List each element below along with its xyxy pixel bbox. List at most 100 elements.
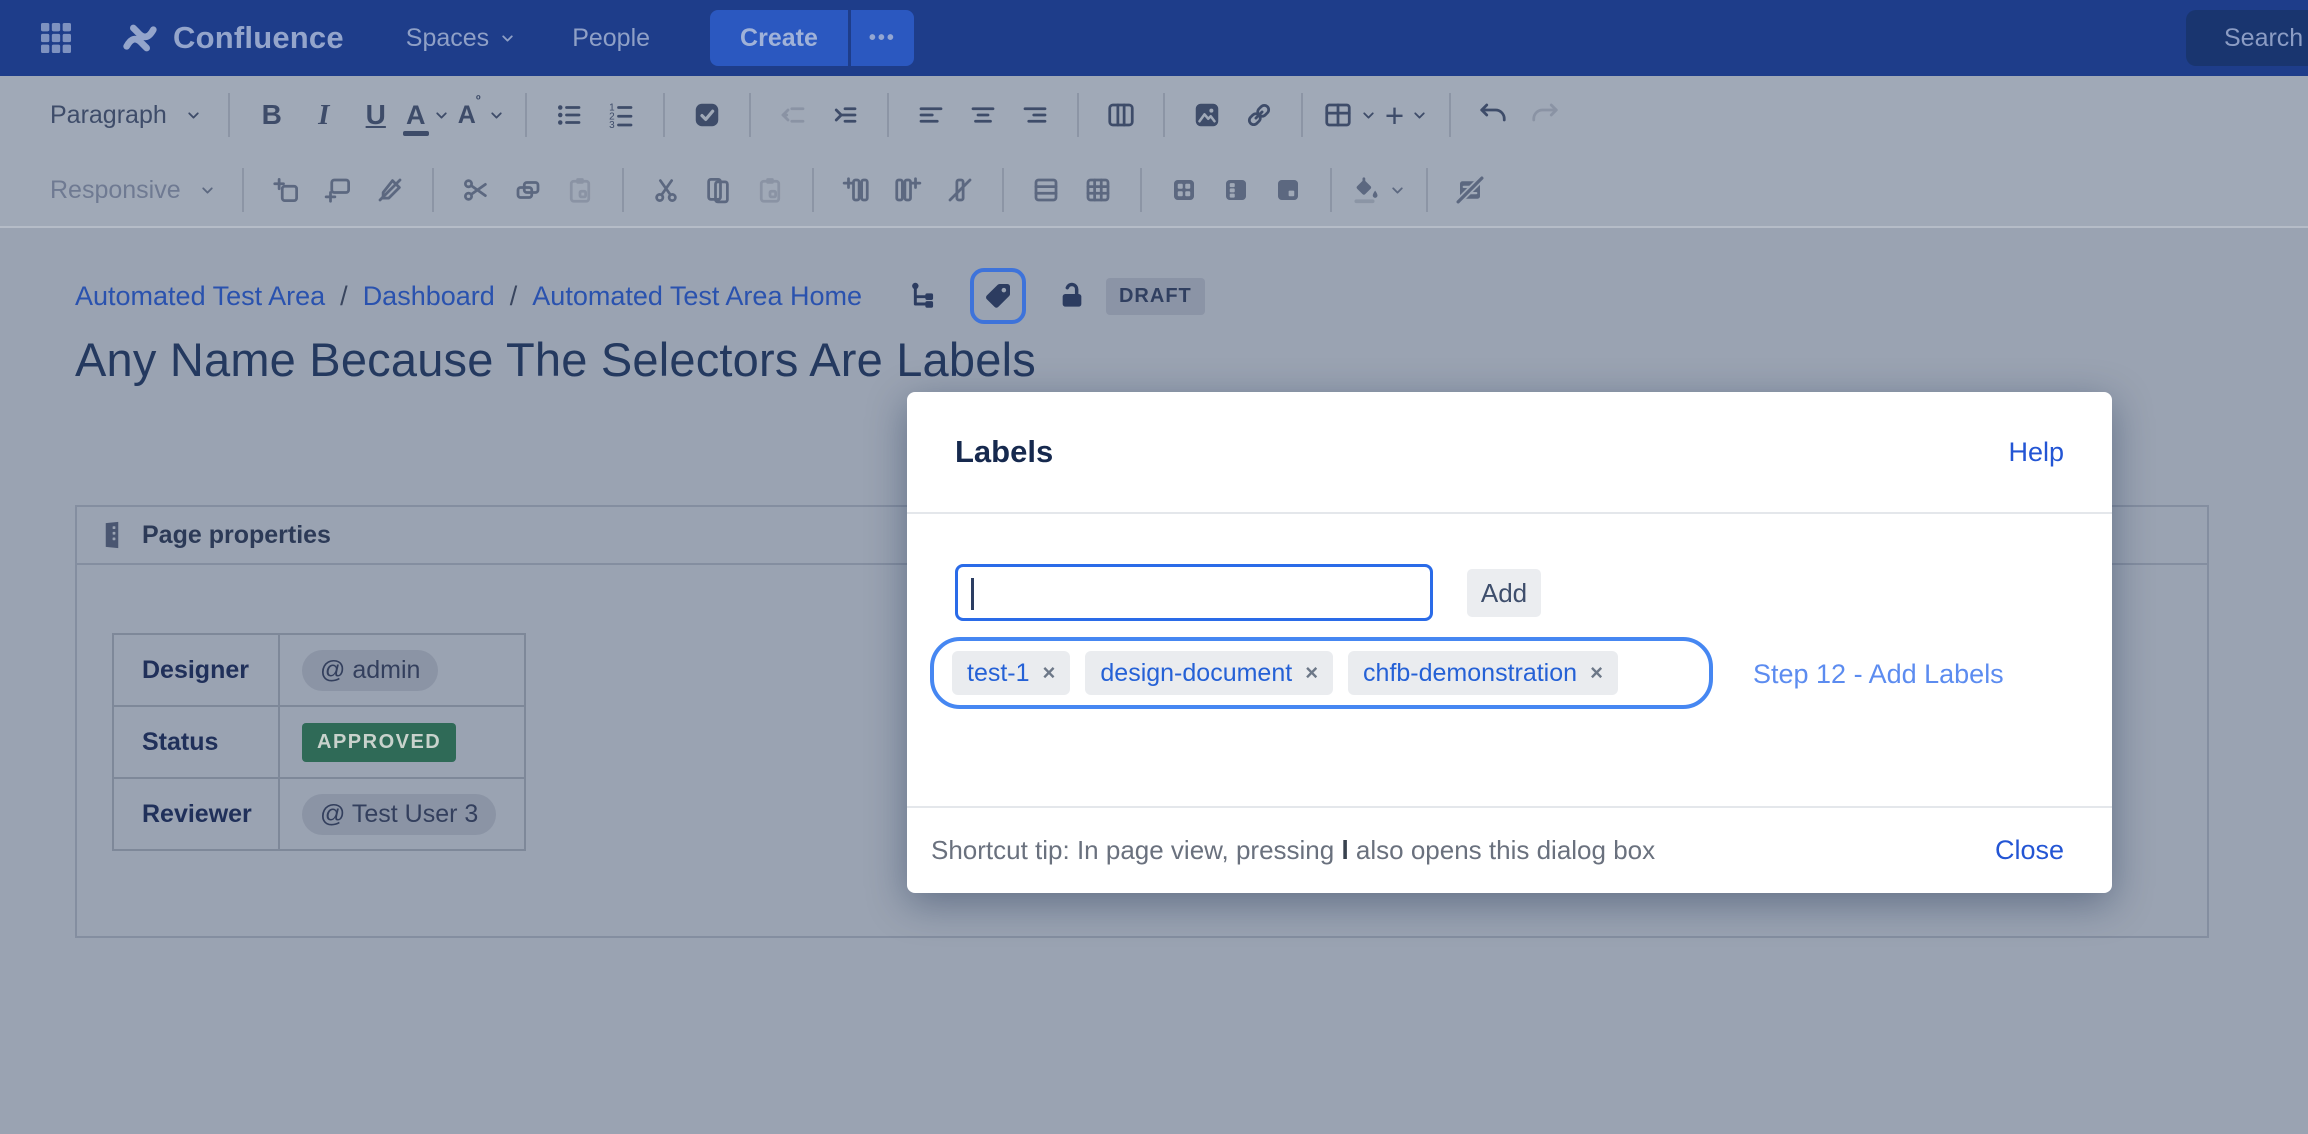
shortcut-tip: Shortcut tip: In page view, pressing l a… bbox=[931, 835, 1655, 866]
add-button[interactable]: Add bbox=[1467, 569, 1541, 617]
chevron-down-icon bbox=[185, 107, 202, 124]
cell-color-button[interactable] bbox=[1352, 164, 1406, 216]
insert-image-button[interactable] bbox=[1185, 89, 1229, 141]
labels-button[interactable] bbox=[982, 280, 1014, 312]
bullet-list-button[interactable] bbox=[547, 89, 591, 141]
delete-table-icon bbox=[1455, 175, 1485, 205]
panel-title: Page properties bbox=[142, 521, 331, 550]
cut-button[interactable] bbox=[644, 164, 688, 216]
clear-formatting-icon bbox=[375, 175, 405, 205]
label-chip[interactable]: test-1 × bbox=[952, 651, 1070, 695]
insert-table-button[interactable] bbox=[1323, 89, 1377, 141]
nav-spaces-menu[interactable]: Spaces bbox=[406, 24, 516, 53]
chevron-down-icon bbox=[499, 30, 516, 47]
copy-button[interactable] bbox=[696, 164, 740, 216]
label-chip-text: test-1 bbox=[967, 659, 1030, 688]
label-chip[interactable]: chfb-demonstration × bbox=[1348, 651, 1618, 695]
labels-dialog-body: Add test-1 × design-document × chfb-demo… bbox=[907, 514, 2112, 806]
task-list-button[interactable] bbox=[685, 89, 729, 141]
labels-list-highlight: test-1 × design-document × chfb-demonstr… bbox=[930, 637, 1713, 709]
label-chip[interactable]: design-document × bbox=[1085, 651, 1333, 695]
row-label: Status bbox=[113, 706, 279, 778]
align-center-button[interactable] bbox=[961, 89, 1005, 141]
text-color-button[interactable]: A bbox=[406, 89, 450, 141]
chevron-down-icon bbox=[433, 107, 450, 124]
svg-text:3: 3 bbox=[609, 120, 615, 130]
bold-button[interactable]: B bbox=[250, 89, 294, 141]
cut-row-button[interactable] bbox=[454, 164, 498, 216]
create-button[interactable]: Create bbox=[710, 10, 848, 66]
delete-column-icon bbox=[945, 175, 975, 205]
insert-column-button[interactable] bbox=[264, 164, 308, 216]
page-tree-icon bbox=[908, 280, 940, 312]
align-left-button[interactable] bbox=[909, 89, 953, 141]
labels-button-highlight bbox=[970, 268, 1026, 324]
header-column-button[interactable] bbox=[1214, 164, 1258, 216]
remove-label-icon[interactable]: × bbox=[1043, 660, 1056, 686]
merge-cells-button[interactable] bbox=[1024, 164, 1068, 216]
insert-more-button[interactable]: + bbox=[1385, 89, 1429, 141]
create-button-group: Create ••• bbox=[710, 10, 914, 66]
create-more-button[interactable]: ••• bbox=[848, 10, 914, 66]
underline-button[interactable]: U bbox=[354, 89, 398, 141]
labels-dialog-footer: Shortcut tip: In page view, pressing l a… bbox=[907, 806, 2112, 893]
header-row-button[interactable] bbox=[1162, 164, 1206, 216]
header-column-icon bbox=[1221, 175, 1251, 205]
insert-link-button[interactable] bbox=[1237, 89, 1281, 141]
breadcrumb-separator: / bbox=[340, 281, 348, 312]
confluence-logo[interactable]: Confluence bbox=[120, 18, 344, 58]
text-cursor bbox=[971, 578, 974, 610]
label-input[interactable] bbox=[955, 564, 1433, 621]
split-cells-button[interactable] bbox=[1076, 164, 1120, 216]
more-formatting-button[interactable]: Aº bbox=[458, 89, 505, 141]
delete-table-button[interactable] bbox=[1448, 164, 1492, 216]
label-tag-icon bbox=[982, 280, 1014, 312]
add-column-after-button[interactable] bbox=[886, 164, 930, 216]
table-row: Reviewer @ Test User 3 bbox=[113, 778, 525, 850]
chevron-down-icon bbox=[488, 107, 505, 124]
breadcrumb-link-space[interactable]: Automated Test Area bbox=[75, 281, 325, 312]
page-tree-button[interactable] bbox=[908, 280, 940, 312]
copy-icon bbox=[703, 175, 733, 205]
page-properties-table: Designer @ admin Status APPROVED Reviewe… bbox=[112, 633, 526, 851]
breadcrumb: Automated Test Area / Dashboard / Automa… bbox=[75, 268, 1205, 324]
remove-label-icon[interactable]: × bbox=[1590, 660, 1603, 686]
layout-button[interactable] bbox=[1099, 89, 1143, 141]
header-row-icon bbox=[1169, 175, 1199, 205]
numbered-list-button[interactable]: 123 bbox=[599, 89, 643, 141]
remove-label-icon[interactable]: × bbox=[1305, 660, 1318, 686]
indent-button[interactable] bbox=[823, 89, 867, 141]
copy-row-button[interactable] bbox=[506, 164, 550, 216]
cut-alt-icon bbox=[461, 175, 491, 205]
table-mode-dropdown[interactable]: Responsive bbox=[44, 164, 222, 216]
italic-button[interactable]: I bbox=[302, 89, 346, 141]
chevron-down-icon bbox=[1389, 182, 1406, 199]
numbered-list-icon: 123 bbox=[606, 100, 636, 130]
labels-dialog-header: Labels Help bbox=[907, 392, 2112, 514]
help-link[interactable]: Help bbox=[2008, 437, 2064, 468]
label-chip-text: chfb-demonstration bbox=[1363, 659, 1577, 688]
insert-row-button[interactable] bbox=[316, 164, 360, 216]
row-label: Designer bbox=[113, 634, 279, 706]
align-right-button[interactable] bbox=[1013, 89, 1057, 141]
search-input[interactable]: Search bbox=[2186, 10, 2308, 66]
clear-cell-button[interactable] bbox=[368, 164, 412, 216]
style-dropdown[interactable]: Paragraph bbox=[44, 89, 208, 141]
app-name: Confluence bbox=[173, 20, 344, 56]
add-column-before-button[interactable] bbox=[834, 164, 878, 216]
restrictions-button[interactable] bbox=[1056, 280, 1088, 312]
app-switcher-icon[interactable] bbox=[36, 18, 76, 58]
top-navbar: Confluence Spaces People Create ••• Sear… bbox=[0, 0, 2308, 76]
delete-column-button[interactable] bbox=[938, 164, 982, 216]
breadcrumb-link-page[interactable]: Automated Test Area Home bbox=[532, 281, 862, 312]
breadcrumb-link-dashboard[interactable]: Dashboard bbox=[363, 281, 495, 312]
user-mention: @ admin bbox=[302, 650, 438, 691]
nav-people-link[interactable]: People bbox=[572, 24, 650, 53]
undo-button[interactable] bbox=[1471, 89, 1515, 141]
close-link[interactable]: Close bbox=[1995, 835, 2064, 866]
chevron-down-icon bbox=[1360, 107, 1377, 124]
page-title[interactable]: Any Name Because The Selectors Are Label… bbox=[75, 332, 1036, 387]
align-center-icon bbox=[968, 100, 998, 130]
header-cell-button[interactable] bbox=[1266, 164, 1310, 216]
editor-toolbar-table: Responsive bbox=[0, 154, 2308, 228]
